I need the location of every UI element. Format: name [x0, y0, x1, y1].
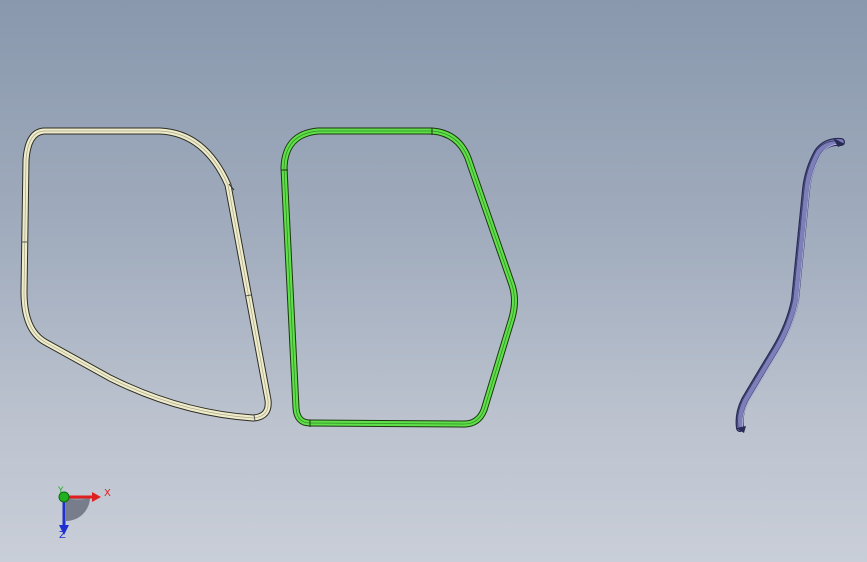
x-axis-arrowhead — [92, 492, 101, 502]
graphics-viewport[interactable]: X Y Z — [0, 0, 867, 562]
triad-z-label: Z — [59, 530, 66, 541]
side-seal-profile[interactable] — [735, 137, 845, 433]
model-scene[interactable] — [0, 0, 867, 562]
middle-door-frame[interactable] — [280, 127, 518, 428]
orientation-triad[interactable] — [58, 491, 101, 535]
triad-y-label: Y — [58, 486, 64, 496]
triad-x-label: X — [104, 488, 111, 499]
left-door-frame[interactable] — [20, 127, 272, 422]
triad-plane-shade — [66, 497, 90, 521]
